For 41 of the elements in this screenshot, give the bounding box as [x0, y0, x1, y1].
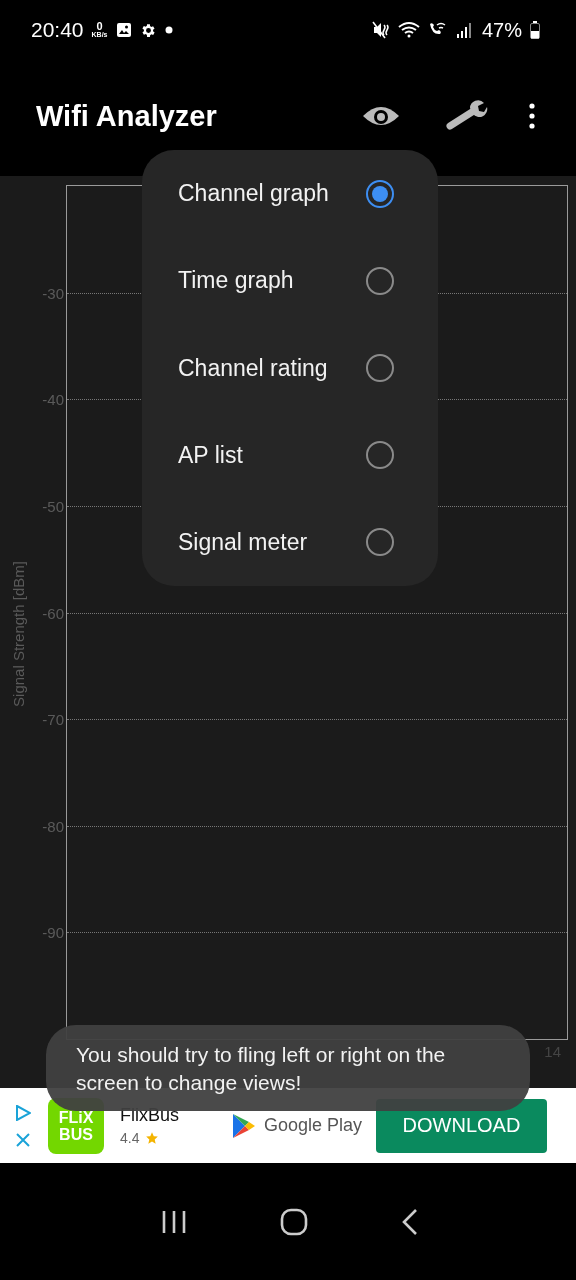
menu-item[interactable]: Time graph	[142, 237, 438, 325]
menu-item[interactable]: Signal meter	[142, 498, 438, 586]
menu-item[interactable]: AP list	[142, 411, 438, 499]
recents-icon[interactable]	[160, 1209, 187, 1234]
play-store-icon	[232, 1112, 256, 1139]
image-icon	[115, 22, 132, 38]
wrench-icon[interactable]	[446, 100, 488, 132]
y-tick-label: -90	[42, 923, 64, 941]
radio-button[interactable]	[366, 528, 394, 557]
y-tick-label: -70	[42, 710, 64, 728]
more-menu-icon[interactable]	[528, 103, 536, 129]
app-title: Wifi Analyzer	[36, 99, 217, 133]
toast-message: You should try to fling left or right on the screen to change views!	[46, 1025, 530, 1111]
star-icon	[145, 1131, 160, 1145]
ad-info-icon[interactable]	[15, 1104, 31, 1121]
y-tick-label: -40	[42, 390, 64, 408]
store-name: Google Play	[264, 1115, 363, 1136]
wifi-icon	[397, 21, 420, 39]
signal-icon	[455, 21, 472, 39]
y-axis-label: Signal Strength [dBm]	[9, 561, 27, 707]
settings-icon	[139, 21, 157, 39]
y-tick-label: -50	[42, 497, 64, 515]
y-tick-label: -30	[42, 284, 64, 302]
mute-icon	[371, 21, 390, 39]
radio-button[interactable]	[366, 441, 394, 470]
radio-button[interactable]	[366, 354, 394, 382]
menu-item[interactable]: Channel rating	[142, 324, 438, 412]
clock: 20:40	[31, 18, 84, 42]
y-tick-label: -60	[42, 604, 64, 621]
radio-button[interactable]	[366, 266, 394, 295]
radio-button[interactable]	[366, 179, 394, 208]
close-icon[interactable]	[16, 1132, 30, 1147]
battery-level: 47%	[481, 18, 522, 42]
menu-item[interactable]: Channel graph	[142, 150, 438, 238]
home-icon[interactable]	[280, 1207, 308, 1236]
eye-icon[interactable]	[362, 104, 400, 128]
dot-icon	[164, 26, 173, 34]
battery-icon	[530, 21, 540, 39]
rating: 4.4	[120, 1130, 140, 1146]
y-tick-label: -80	[42, 817, 64, 835]
back-icon[interactable]	[401, 1207, 420, 1236]
